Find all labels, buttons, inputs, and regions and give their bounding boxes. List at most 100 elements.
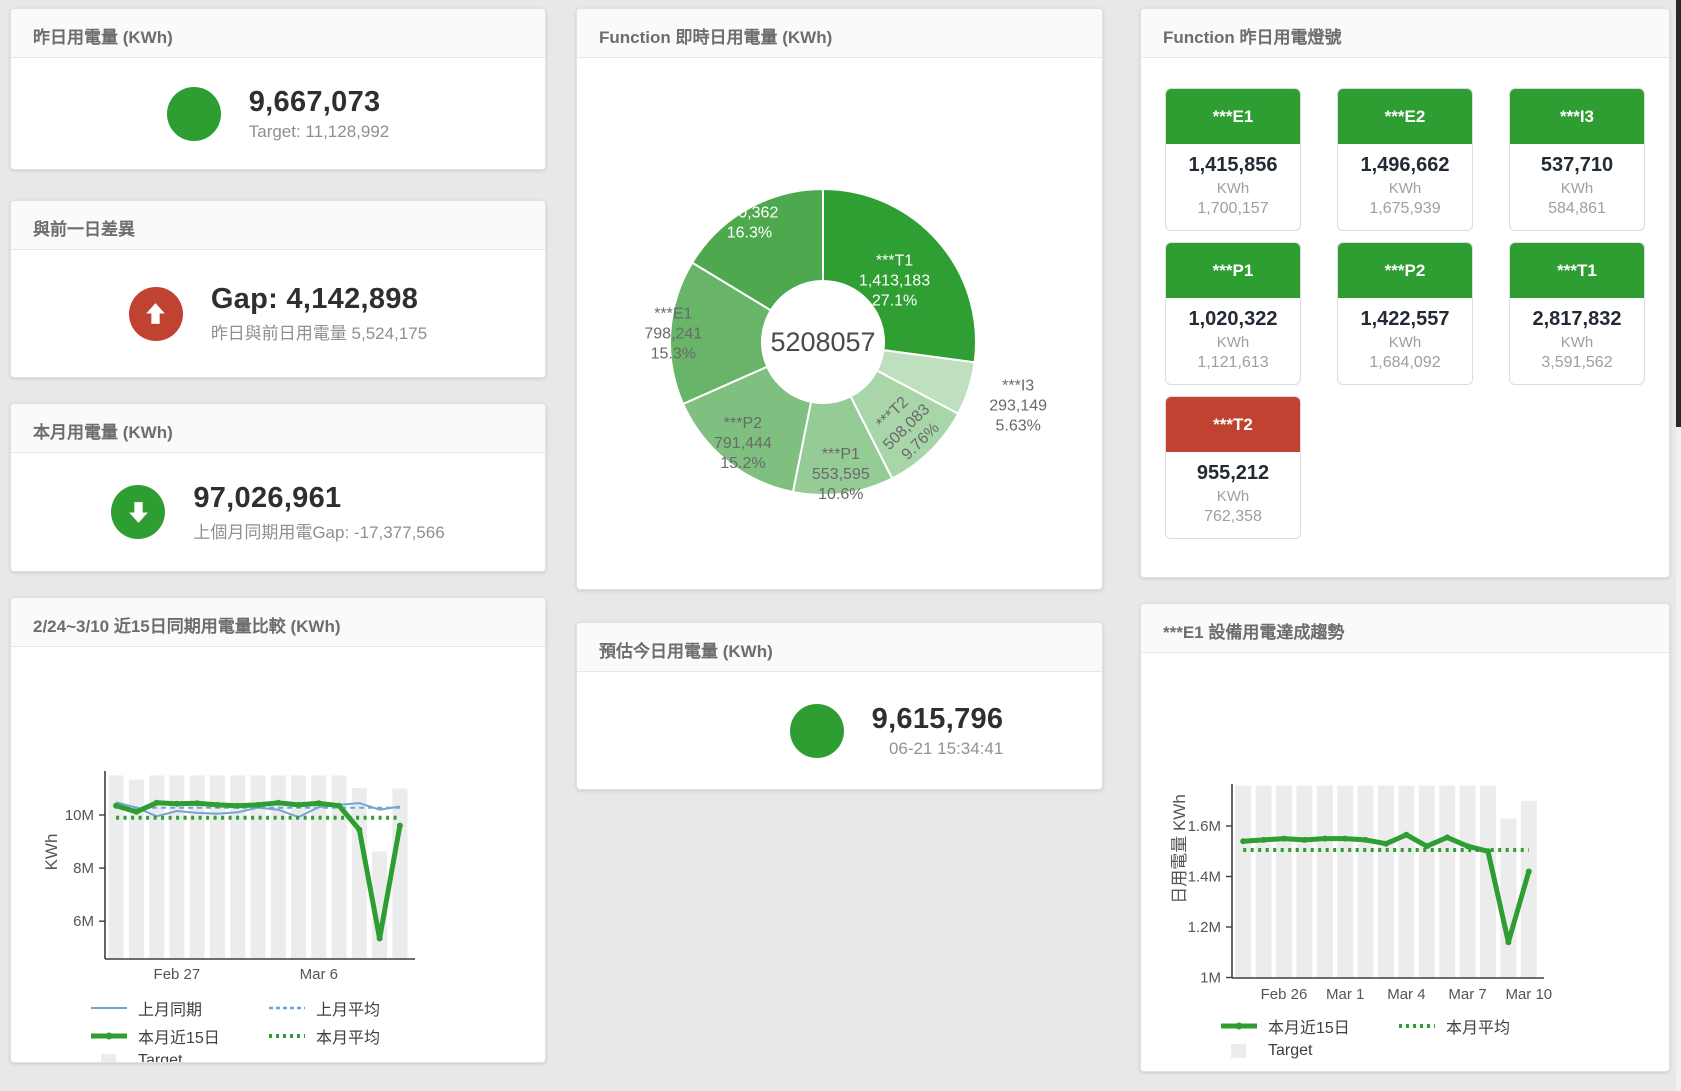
legend-item[interactable]: Target — [1219, 1042, 1397, 1060]
scrollbar-track[interactable] — [1676, 0, 1681, 1091]
lights-title: Function 昨日用電燈號 — [1141, 9, 1669, 58]
card-gap-title: 與前一日差異 — [11, 201, 545, 250]
svg-text:***I3293,1495.63%: ***I3293,1495.63% — [989, 378, 1047, 435]
tile-value: 537,710 — [1510, 154, 1644, 177]
svg-text:8M: 8M — [73, 860, 94, 877]
svg-text:6M: 6M — [73, 913, 94, 930]
card-yesterday-usage: 昨日用電量 (KWh) 9,667,073 Target: 11,128,992 — [10, 8, 546, 170]
legend-item[interactable]: Target — [89, 1052, 267, 1063]
tile-unit: KWh — [1510, 180, 1644, 197]
tile-unit: KWh — [1510, 334, 1644, 351]
compare-chart-title: 2/24~3/10 近15日同期用電量比較 (KWh) — [11, 598, 545, 647]
light-tile-e1: ***E1 1,415,856 KWh 1,700,157 — [1165, 88, 1301, 231]
tile-label: ***P2 — [1338, 243, 1472, 298]
gap-subtitle: 昨日與前日用電量 5,524,175 — [211, 319, 427, 344]
dashboard: 昨日用電量 (KWh) 9,667,073 Target: 11,128,992… — [0, 0, 1681, 1091]
card-month-usage: 本月用電量 (KWh) 97,026,961 上個月同期用電Gap: -17,3… — [10, 403, 546, 572]
tile-target: 584,861 — [1510, 200, 1644, 218]
e1-trend-chart: 1M1.2M1.4M1.6MFeb 26Mar 1Mar 4Mar 7Mar 1… — [1141, 653, 1669, 1005]
legend-item[interactable]: 本月近15日 — [1219, 1014, 1397, 1038]
tile-value: 955,212 — [1166, 462, 1300, 485]
tile-value: 1,415,856 — [1166, 154, 1300, 177]
legend-item[interactable]: 本月平均 — [267, 1024, 445, 1048]
month-gap: 上個月同期用電Gap: -17,377,566 — [193, 518, 444, 543]
light-tile-t1: ***T1 2,817,832 KWh 3,591,562 — [1509, 242, 1645, 385]
tile-target: 1,684,092 — [1338, 354, 1472, 372]
svg-text:1.6M: 1.6M — [1188, 818, 1221, 835]
tile-value: 1,422,557 — [1338, 308, 1472, 331]
tile-label: ***E1 — [1166, 89, 1300, 144]
tile-label: ***I3 — [1510, 89, 1644, 144]
svg-text:Mar 7: Mar 7 — [1448, 986, 1486, 1003]
card-gap-prev-day: 與前一日差異 Gap: 4,142,898 昨日與前日用電量 5,524,175 — [10, 200, 546, 378]
compare-chart-legend: 上月同期上月平均本月近15日本月平均Target — [89, 996, 545, 1063]
tile-target: 1,675,939 — [1338, 200, 1472, 218]
svg-text:Mar 1: Mar 1 — [1326, 986, 1364, 1003]
legend-item[interactable]: 上月平均 — [267, 996, 445, 1020]
card-function-lights: Function 昨日用電燈號 ***E1 1,415,856 KWh 1,70… — [1140, 8, 1670, 578]
tile-target: 762,358 — [1166, 508, 1300, 526]
svg-text:5208057: 5208057 — [770, 327, 875, 357]
tile-unit: KWh — [1166, 334, 1300, 351]
month-value: 97,026,961 — [193, 482, 444, 515]
svg-text:***E2850,36216.3%: ***E2850,36216.3% — [721, 184, 779, 241]
estimate-stat: 9,615,796 06-21 15:34:41 — [577, 672, 1102, 789]
card-e1-trend: ***E1 設備用電達成趨勢 1M1.2M1.4M1.6MFeb 26Mar 1… — [1140, 603, 1670, 1072]
yesterday-stat: 9,667,073 Target: 11,128,992 — [11, 58, 545, 169]
svg-text:1.4M: 1.4M — [1188, 869, 1221, 886]
gap-stat: Gap: 4,142,898 昨日與前日用電量 5,524,175 — [11, 250, 545, 377]
svg-text:KWh: KWh — [42, 834, 61, 871]
gap-value: Gap: 4,142,898 — [211, 283, 427, 316]
tile-value: 2,817,832 — [1510, 308, 1644, 331]
tile-value: 1,020,322 — [1166, 308, 1300, 331]
tile-unit: KWh — [1166, 488, 1300, 505]
tile-label: ***P1 — [1166, 243, 1300, 298]
right-column: Function 昨日用電燈號 ***E1 1,415,856 KWh 1,70… — [1140, 0, 1670, 1072]
compare-chart: 6M 8M 10M Feb 27 Mar 6 KWh — [11, 647, 545, 987]
estimate-value: 9,615,796 — [872, 703, 1004, 736]
legend-item[interactable]: 本月近15日 — [89, 1024, 267, 1048]
svg-text:10M: 10M — [65, 807, 94, 824]
tile-unit: KWh — [1338, 180, 1472, 197]
card-function-realtime: Function 即時日用電量 (KWh) ***T11,413,18327.1… — [576, 8, 1103, 590]
light-tile-p1: ***P1 1,020,322 KWh 1,121,613 — [1165, 242, 1301, 385]
trend-title: ***E1 設備用電達成趨勢 — [1141, 604, 1669, 653]
svg-text:1M: 1M — [1200, 970, 1221, 987]
tile-target: 3,591,562 — [1510, 354, 1644, 372]
tile-target: 1,121,613 — [1166, 354, 1300, 372]
svg-text:Mar 6: Mar 6 — [300, 966, 338, 983]
light-tile-i3: ***I3 537,710 KWh 584,861 — [1509, 88, 1645, 231]
card-month-title: 本月用電量 (KWh) — [11, 404, 545, 453]
arrow-up-icon — [129, 287, 183, 341]
svg-text:Mar 4: Mar 4 — [1387, 986, 1425, 1003]
left-column: 昨日用電量 (KWh) 9,667,073 Target: 11,128,992… — [10, 0, 546, 1063]
tile-label: ***T1 — [1510, 243, 1644, 298]
yesterday-value: 9,667,073 — [249, 86, 390, 119]
scrollbar-thumb[interactable] — [1676, 0, 1681, 427]
light-tile-t2: ***T2 955,212 KWh 762,358 — [1165, 396, 1301, 539]
tile-unit: KWh — [1166, 180, 1300, 197]
legend-item[interactable]: 上月同期 — [89, 996, 267, 1020]
svg-text:日用電量 KWh: 日用電量 KWh — [1170, 794, 1189, 904]
tile-unit: KWh — [1338, 334, 1472, 351]
middle-column: Function 即時日用電量 (KWh) ***T11,413,18327.1… — [576, 0, 1103, 790]
trend-chart-legend: 本月近15日本月平均Target — [1219, 1014, 1669, 1060]
status-circle-icon — [790, 704, 844, 758]
estimate-timestamp: 06-21 15:34:41 — [872, 739, 1004, 759]
legend-item[interactable]: 本月平均 — [1397, 1014, 1575, 1038]
card-yesterday-title: 昨日用電量 (KWh) — [11, 9, 545, 58]
tile-target: 1,700,157 — [1166, 200, 1300, 218]
lights-tile-grid: ***E1 1,415,856 KWh 1,700,157 ***E2 1,49… — [1141, 58, 1669, 539]
svg-text:1.2M: 1.2M — [1188, 919, 1221, 936]
svg-text:Mar 10: Mar 10 — [1505, 986, 1552, 1003]
status-circle-icon — [167, 87, 221, 141]
tile-value: 1,496,662 — [1338, 154, 1472, 177]
arrow-down-icon — [111, 485, 165, 539]
svg-text:Feb 27: Feb 27 — [154, 966, 201, 983]
tile-label: ***E2 — [1338, 89, 1472, 144]
estimate-title: 預估今日用電量 (KWh) — [577, 623, 1102, 672]
card-estimate-today: 預估今日用電量 (KWh) 9,615,796 06-21 15:34:41 — [576, 622, 1103, 790]
tile-label: ***T2 — [1166, 397, 1300, 452]
yesterday-target: Target: 11,128,992 — [249, 122, 390, 142]
card-compare-chart: 2/24~3/10 近15日同期用電量比較 (KWh) 6M 8M 10M Feb 2… — [10, 597, 546, 1063]
